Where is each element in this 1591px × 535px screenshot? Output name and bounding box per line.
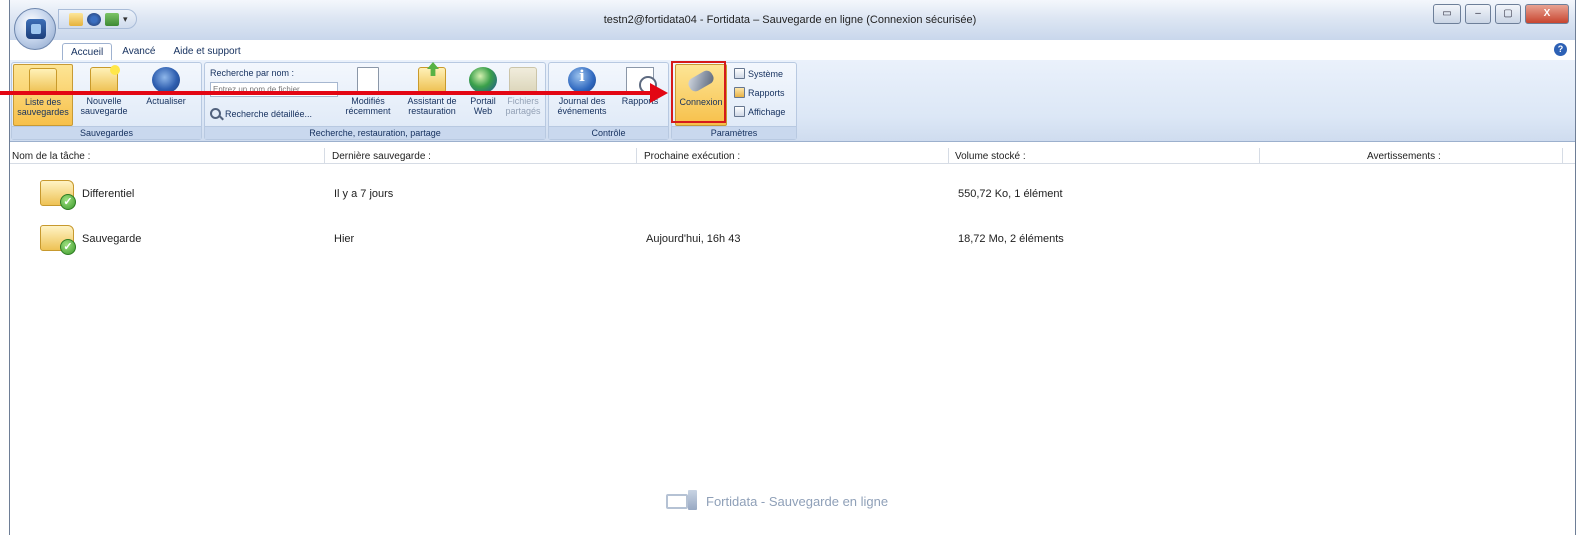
table-row[interactable]: ✓ Differentiel Il y a 7 jours 550,72 Ko,… bbox=[10, 172, 1575, 214]
group-label: Sauvegardes bbox=[12, 126, 201, 139]
stored-volume: 18,72 Mo, 2 éléments bbox=[958, 233, 1064, 245]
close-button[interactable]: X bbox=[1525, 4, 1569, 24]
window-title: testn2@fortidata04 - Fortidata – Sauvega… bbox=[603, 14, 977, 26]
column-header-last-backup[interactable]: Dernière sauvegarde : bbox=[332, 151, 431, 162]
rapports-settings-button[interactable]: Rapports bbox=[734, 87, 785, 98]
brand-footer: Fortidata - Sauvegarde en ligne bbox=[666, 490, 888, 512]
app-logo-icon bbox=[26, 19, 46, 39]
last-backup: Hier bbox=[334, 233, 355, 245]
refresh-icon bbox=[152, 67, 180, 93]
group-label: Contrôle bbox=[549, 126, 668, 139]
column-header-next-run[interactable]: Prochaine exécution : bbox=[644, 151, 740, 162]
quick-access-toolbar: ▾ bbox=[58, 9, 137, 29]
task-name: Differentiel bbox=[82, 188, 135, 200]
column-separator[interactable] bbox=[1259, 148, 1260, 164]
brand-text: Fortidata - Sauvegarde en ligne bbox=[706, 493, 889, 509]
system-icon bbox=[734, 68, 745, 79]
globe-icon bbox=[469, 67, 497, 93]
highlight-box bbox=[671, 61, 726, 123]
column-separator[interactable] bbox=[636, 148, 637, 164]
backup-task-icon: ✓ bbox=[40, 221, 76, 255]
title-bar: ▾ testn2@fortidata04 - Fortidata – Sauve… bbox=[10, 0, 1575, 40]
column-header-warnings[interactable]: Avertissements : bbox=[1367, 151, 1441, 162]
new-folder-icon bbox=[90, 65, 120, 93]
check-icon: ✓ bbox=[60, 194, 76, 210]
refresh-icon[interactable] bbox=[87, 12, 101, 26]
minimize-button[interactable]: – bbox=[1465, 4, 1491, 24]
liste-des-sauvegardes-button[interactable]: Liste des sauvegardes bbox=[13, 64, 73, 126]
info-icon bbox=[568, 67, 596, 93]
group-label: Recherche, restauration, partage bbox=[205, 126, 545, 139]
group-label: Paramètres bbox=[672, 126, 796, 139]
computer-icon bbox=[666, 490, 698, 512]
systeme-button[interactable]: Système bbox=[734, 68, 783, 79]
callout-arrow-head bbox=[650, 83, 668, 103]
group-recherche: Recherche par nom : Recherche détaillée.… bbox=[204, 62, 546, 140]
last-backup: Il y a 7 jours bbox=[334, 188, 394, 200]
table-row[interactable]: ✓ Sauvegarde Hier Aujourd'hui, 16h 43 18… bbox=[10, 217, 1575, 259]
column-header-volume[interactable]: Volume stocké : bbox=[955, 151, 1026, 162]
ribbon: Liste des sauvegardes Nouvelle sauvegard… bbox=[10, 60, 1575, 142]
journal-des-evenements-button[interactable]: Journal des événements bbox=[552, 64, 612, 116]
actualiser-button[interactable]: Actualiser bbox=[136, 64, 196, 106]
restore-window-button[interactable]: ▭ bbox=[1433, 4, 1461, 24]
affichage-button[interactable]: Affichage bbox=[734, 106, 785, 117]
help-icon[interactable]: ? bbox=[1554, 43, 1567, 56]
window-controls: ▭ – ▢ X bbox=[1433, 4, 1569, 24]
display-icon bbox=[734, 106, 745, 117]
recent-docs-icon bbox=[357, 67, 379, 93]
fichiers-partages-button[interactable]: Fichiers partagés bbox=[501, 64, 545, 116]
task-list-header: Nom de la tâche : Dernière sauvegarde : … bbox=[10, 148, 1575, 164]
column-separator[interactable] bbox=[324, 148, 325, 164]
customize-toolbar-icon[interactable]: ▾ bbox=[123, 14, 128, 25]
search-icon bbox=[210, 108, 221, 119]
maximize-icon: ▢ bbox=[1503, 8, 1513, 19]
reports-settings-icon bbox=[734, 87, 745, 98]
stored-volume: 550,72 Ko, 1 élément bbox=[958, 188, 1063, 200]
group-sauvegardes: Liste des sauvegardes Nouvelle sauvegard… bbox=[11, 62, 202, 140]
backup-task-icon: ✓ bbox=[40, 176, 76, 210]
restore-icon: ▭ bbox=[1442, 8, 1452, 19]
backup-icon[interactable] bbox=[105, 12, 119, 26]
callout-arrow-line bbox=[0, 91, 652, 95]
shared-files-icon bbox=[509, 67, 537, 93]
next-run: Aujourd'hui, 16h 43 bbox=[646, 233, 741, 245]
assistant-de-restauration-button[interactable]: Assistant de restauration bbox=[401, 64, 463, 116]
column-separator[interactable] bbox=[948, 148, 949, 164]
folder-icon[interactable] bbox=[69, 12, 83, 26]
restore-wizard-icon bbox=[418, 67, 446, 93]
application-menu-button[interactable] bbox=[14, 8, 56, 50]
tower-shape bbox=[688, 490, 697, 510]
column-separator[interactable] bbox=[1562, 148, 1563, 164]
modifies-recemment-button[interactable]: Modifiés récemment bbox=[341, 64, 395, 116]
advanced-search-button[interactable]: Recherche détaillée... bbox=[210, 108, 312, 119]
minimize-icon: – bbox=[1475, 8, 1481, 19]
check-icon: ✓ bbox=[60, 239, 76, 255]
nouvelle-sauvegarde-button[interactable]: Nouvelle sauvegarde bbox=[76, 64, 132, 116]
portail-web-button[interactable]: Portail Web bbox=[465, 64, 501, 116]
search-label: Recherche par nom : bbox=[210, 68, 295, 78]
column-header-name[interactable]: Nom de la tâche : bbox=[12, 151, 90, 162]
monitor-shape bbox=[666, 494, 688, 509]
task-name: Sauvegarde bbox=[82, 233, 142, 245]
app-window: ▾ testn2@fortidata04 - Fortidata – Sauve… bbox=[9, 0, 1576, 535]
maximize-button[interactable]: ▢ bbox=[1495, 4, 1521, 24]
